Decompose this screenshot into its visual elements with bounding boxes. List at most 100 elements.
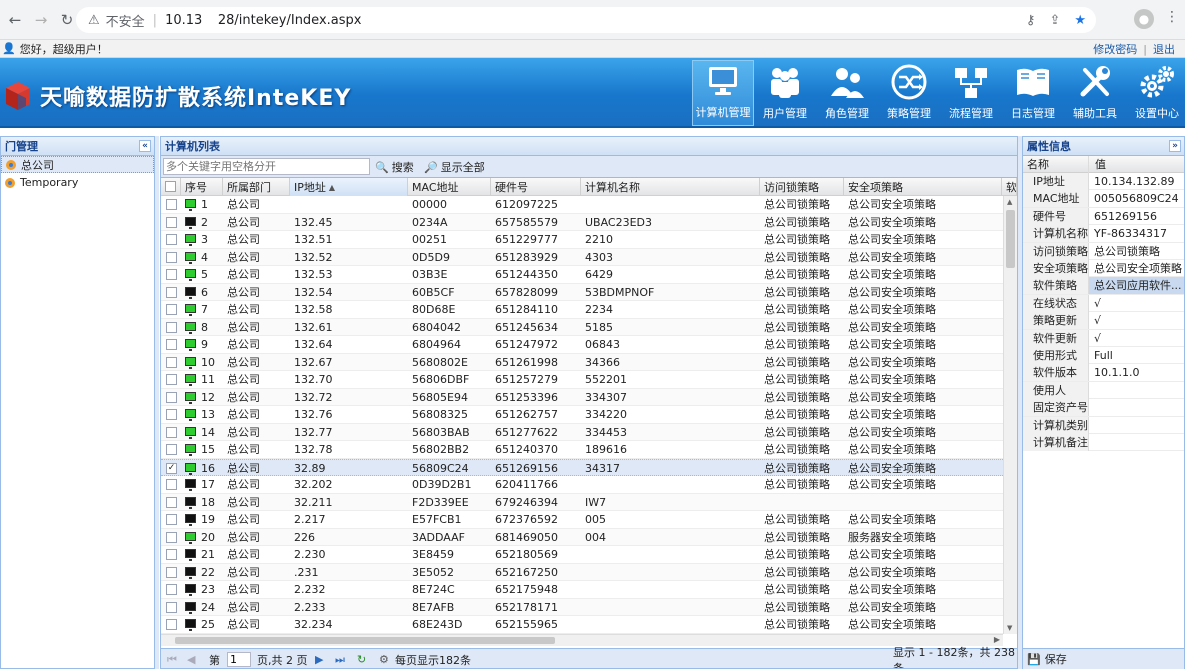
row-checkbox[interactable] xyxy=(166,566,177,578)
prev-page-icon[interactable]: ◀ xyxy=(187,652,195,667)
property-row[interactable]: 计算机类别 xyxy=(1023,416,1184,434)
tree-item-head-office[interactable]: 总公司 xyxy=(1,156,154,173)
search-button[interactable]: 🔍 搜索 xyxy=(375,159,414,175)
row-checkbox[interactable] xyxy=(166,601,177,613)
change-password-link[interactable]: 修改密码 xyxy=(1093,41,1137,57)
table-row[interactable]: 5 总公司 132.53 03B3E 651244350 6429 总公司锁策略 总公司安全项… xyxy=(161,266,1003,284)
table-row[interactable]: 11 总公司 132.70 56806DBF 651257279 552201 总公司锁策略… xyxy=(161,371,1003,389)
row-checkbox[interactable] xyxy=(166,304,177,315)
logout-link[interactable]: 退出 xyxy=(1153,41,1175,57)
property-value[interactable] xyxy=(1089,399,1184,416)
nav-computer-management[interactable]: 计算机管理 xyxy=(692,60,754,126)
horizontal-scrollbar[interactable]: ▶ xyxy=(161,634,1003,646)
property-value[interactable]: 10.134.132.89 xyxy=(1089,173,1184,190)
back-icon[interactable]: ← xyxy=(4,9,26,31)
nav-user-management[interactable]: 用户管理 xyxy=(754,60,816,126)
tree-item-temporary[interactable]: Temporary xyxy=(1,174,154,191)
row-checkbox[interactable] xyxy=(166,409,177,420)
property-value[interactable]: 651269156 xyxy=(1089,208,1184,225)
property-value[interactable]: √ xyxy=(1089,295,1184,312)
collapse-left-button[interactable]: « xyxy=(139,140,151,152)
settings-gear-icon[interactable]: ⚙ xyxy=(379,652,389,667)
table-row[interactable]: 15 总公司 132.78 56802BB2 651240370 189616 总公司锁策略… xyxy=(161,441,1003,459)
table-row[interactable]: 6 总公司 132.54 60B5CF 657828099 53BDMPNOF 总公司锁策略… xyxy=(161,283,1003,301)
row-checkbox[interactable] xyxy=(166,549,177,560)
table-row[interactable]: 2 总公司 132.45 0234A 657585579 UBAC23ED3 总公司锁策略 总… xyxy=(161,213,1003,231)
property-row[interactable]: 安全项策略 总公司安全项策略 xyxy=(1023,260,1184,278)
first-page-icon[interactable]: ⏮ xyxy=(167,652,177,667)
search-input[interactable] xyxy=(163,158,370,175)
property-value[interactable]: Full xyxy=(1089,347,1184,364)
property-row[interactable]: 硬件号 651269156 xyxy=(1023,207,1184,226)
scroll-down-icon[interactable]: ▼ xyxy=(1007,624,1012,632)
property-value[interactable]: 005056809C24 xyxy=(1089,190,1184,207)
col-header-dept[interactable]: 所属部门 xyxy=(223,178,290,196)
table-row[interactable]: 25 总公司 32.234 68E243D 652155965 总公司锁策略 总公司安全项策… xyxy=(161,616,1003,634)
page-number-input[interactable] xyxy=(227,652,251,667)
row-checkbox[interactable] xyxy=(166,584,177,595)
table-row[interactable]: 22 总公司 .231 3E5052 652167250 总公司锁策略 总公司安全项策略 xyxy=(161,563,1003,581)
table-row[interactable]: 13 总公司 132.76 56808325 651262757 334220 总公司锁策略… xyxy=(161,406,1003,424)
property-row[interactable]: 在线状态 √ xyxy=(1023,294,1184,313)
property-value[interactable]: 总公司应用软件... xyxy=(1089,277,1184,295)
table-row[interactable]: 24 总公司 2.233 8E7AFB 652178171 总公司锁策略 总公司安全项策略 xyxy=(161,598,1003,616)
table-row[interactable]: 1 总公司 00000 612097225 总公司锁策略 总公司安全项策略 xyxy=(161,196,1003,214)
select-all-column[interactable] xyxy=(161,178,181,196)
property-row[interactable]: 计算机备注 xyxy=(1023,434,1184,452)
col-header-software[interactable]: 软 xyxy=(1002,178,1017,196)
table-row[interactable]: 12 总公司 132.72 56805E94 651253396 334307 总公司锁策略… xyxy=(161,388,1003,406)
col-header-name[interactable]: 计算机名称 xyxy=(581,178,760,196)
collapse-right-button[interactable]: » xyxy=(1169,140,1181,152)
nav-role-management[interactable]: 角色管理 xyxy=(816,60,878,126)
save-button[interactable]: 保存 xyxy=(1045,651,1067,667)
property-row[interactable]: 软件更新 √ xyxy=(1023,329,1184,347)
row-checkbox[interactable] xyxy=(166,444,177,455)
row-checkbox[interactable] xyxy=(166,251,177,263)
row-checkbox[interactable] xyxy=(166,216,177,228)
row-checkbox[interactable] xyxy=(166,234,177,245)
horizontal-scroll-thumb[interactable] xyxy=(175,637,555,644)
table-row[interactable]: 9 总公司 132.64 6804964 651247972 06843 总公司锁策略 总公司… xyxy=(161,336,1003,354)
property-row[interactable]: 访问锁策略 总公司锁策略 xyxy=(1023,242,1184,260)
nav-flow-management[interactable]: 流程管理 xyxy=(940,60,1002,126)
row-checkbox[interactable]: ✓ xyxy=(166,462,177,474)
property-row[interactable]: 软件策略 总公司应用软件... xyxy=(1023,277,1184,295)
property-row[interactable]: IP地址 10.134.132.89 xyxy=(1023,173,1184,191)
next-page-icon[interactable]: ▶ xyxy=(315,652,323,667)
table-row[interactable]: 17 总公司 32.202 0D39D2B1 620411766 总公司锁策略 总公司安全项… xyxy=(161,476,1003,494)
property-row[interactable]: 使用人 xyxy=(1023,381,1184,400)
table-row[interactable]: 19 总公司 2.217 E57FCB1 672376592 005 总公司锁策略 总公司安全… xyxy=(161,511,1003,529)
table-row[interactable]: 7 总公司 132.58 80D68E 651284110 2234 总公司锁策略 总公司安全… xyxy=(161,301,1003,319)
property-row[interactable]: 使用形式 Full xyxy=(1023,347,1184,365)
profile-icon[interactable]: ● xyxy=(1134,9,1154,29)
row-checkbox[interactable] xyxy=(166,514,177,525)
reload-icon[interactable]: ↻ xyxy=(56,9,78,31)
property-value[interactable]: √ xyxy=(1089,312,1184,329)
select-all-checkbox[interactable] xyxy=(165,181,176,192)
property-value[interactable]: 10.1.1.0 xyxy=(1089,364,1184,381)
property-value[interactable] xyxy=(1089,382,1184,399)
browser-menu-icon[interactable]: ⋮ xyxy=(1165,9,1179,25)
col-header-no[interactable]: 序号 xyxy=(181,178,223,196)
scroll-up-icon[interactable]: ▲ xyxy=(1007,198,1012,206)
refresh-icon[interactable]: ↻ xyxy=(357,652,366,667)
table-row[interactable]: 23 总公司 2.232 8E724C 652175948 总公司锁策略 总公司安全项策略 xyxy=(161,581,1003,599)
row-checkbox[interactable] xyxy=(166,339,177,350)
col-header-hw[interactable]: 硬件号 xyxy=(491,178,581,196)
show-all-button[interactable]: 🔎 显示全部 xyxy=(424,159,485,175)
property-value[interactable] xyxy=(1089,417,1184,434)
share-icon[interactable]: ⇪ xyxy=(1049,13,1060,28)
table-row[interactable]: 14 总公司 132.77 56803BAB 651277622 334453 总公司锁策略… xyxy=(161,423,1003,441)
address-bar[interactable]: ⚠ 不安全 | 10.13 28/intekey/Index.aspx ⚷ ⇪ … xyxy=(76,7,1096,33)
col-header-ip[interactable]: IP地址 ▲ xyxy=(290,178,408,196)
table-row[interactable]: 8 总公司 132.61 6804042 651245634 5185 总公司锁策略 总公司安… xyxy=(161,318,1003,336)
save-icon[interactable]: 💾 xyxy=(1027,653,1041,666)
page-size-label[interactable]: 每页显示182条 xyxy=(395,652,471,667)
nav-settings-center[interactable]: 设置中心 xyxy=(1126,60,1185,126)
table-row[interactable]: 4 总公司 132.52 0D5D9 651283929 4303 总公司锁策略 总公司安全项… xyxy=(161,248,1003,266)
nav-utility-tools[interactable]: 辅助工具 xyxy=(1064,60,1126,126)
row-checkbox[interactable] xyxy=(166,426,177,438)
nav-log-management[interactable]: 日志管理 xyxy=(1002,60,1064,126)
row-checkbox[interactable] xyxy=(166,286,177,298)
property-row[interactable]: 固定资产号 xyxy=(1023,399,1184,417)
